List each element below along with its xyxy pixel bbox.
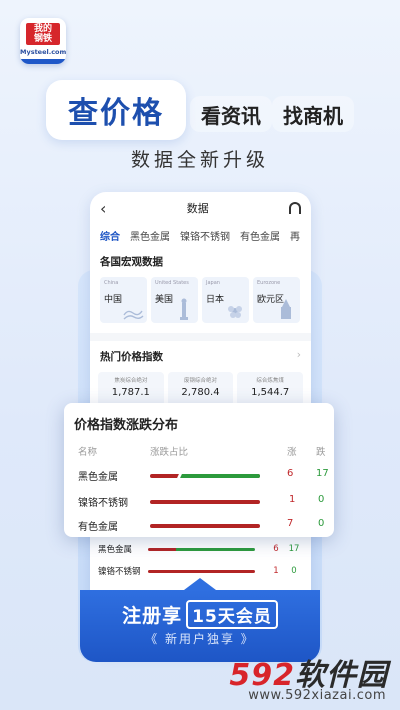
chevron-right-icon: › [296, 349, 301, 361]
mini-down: 0 [291, 566, 297, 576]
phone-title: 数据 [186, 202, 209, 215]
row-label: 镍铬不锈钢 [78, 498, 128, 509]
logo-sub: Mysteel.com [20, 48, 66, 56]
headset-icon[interactable] [289, 202, 301, 214]
header-ratio: 涨跌占比 [150, 447, 189, 458]
row-down: 0 [318, 518, 325, 529]
mini-down: 17 [288, 544, 300, 554]
phone-tab-all[interactable]: 综合 [100, 228, 120, 243]
index-card[interactable]: 综合炼焦煤 1,544.7 [237, 372, 304, 406]
row-down: 17 [316, 468, 329, 479]
hot-index-title: 热门价格指数 [100, 351, 163, 363]
row-up: 1 [289, 494, 296, 505]
index-card[interactable]: 废钢综合绝对 2,780.4 [167, 372, 234, 406]
phone-tab-more[interactable]: 再 [290, 228, 300, 243]
index-value: 1,787.1 [111, 387, 150, 398]
mini-bar [148, 547, 255, 551]
list-item: 黑色金属 6 17 [90, 538, 311, 560]
row-label: 有色金属 [78, 522, 118, 533]
subtitle: 数据全新升级 [130, 149, 269, 171]
down-fill [178, 474, 260, 478]
index-value: 2,780.4 [181, 387, 220, 398]
row-up: 7 [287, 518, 294, 529]
cta-boxed: 15天会员 [186, 600, 278, 629]
logo-line1: 我的 [33, 24, 52, 34]
tab-business[interactable]: 找商机 [272, 96, 354, 132]
header-name: 名称 [78, 447, 98, 458]
country-en: China [104, 280, 119, 286]
tab-check-price[interactable]: 查价格 [46, 80, 186, 140]
phone-tab-nonferrous[interactable]: 有色金属 [240, 228, 280, 243]
flower-icon [228, 306, 242, 318]
back-icon[interactable]: ‹ [100, 199, 106, 218]
ratio-bar [150, 524, 260, 528]
country-cn: 中国 [104, 295, 123, 305]
watermark: 592软件园 www.592xiazai.com [196, 650, 394, 706]
logo-mark: 我的 钢铁 [26, 23, 60, 45]
card-header: 名称 涨跌占比 涨 跌 [78, 444, 326, 458]
country-en: United States [155, 280, 189, 286]
mini-rows: 黑色金属 6 17 镍铬不锈钢 1 0 [90, 538, 311, 582]
tab-news[interactable]: 看资讯 [190, 96, 272, 132]
phone-tab-ferrous[interactable]: 黑色金属 [130, 228, 170, 243]
index-name: 焦炭综合绝对 [114, 378, 148, 384]
ratio-bar [150, 500, 260, 504]
mini-label: 镍铬不锈钢 [98, 567, 141, 577]
country-card-china[interactable]: China 中国 [100, 277, 147, 323]
country-card-usa[interactable]: United States 美国 [151, 277, 198, 323]
mini-label: 黑色金属 [98, 545, 133, 555]
building-icon [281, 299, 291, 319]
country-cn: 美国 [155, 295, 174, 305]
index-name: 废钢综合绝对 [184, 378, 218, 384]
header-up: 涨 [287, 447, 297, 458]
cta-headline: 注册享 15天会员 [80, 600, 320, 629]
country-row: China 中国 United States 美国 Japan 日本 Euroz… [90, 269, 311, 323]
wave-icon [123, 310, 144, 320]
ratio-bar [150, 474, 260, 478]
hot-index-header[interactable]: 热门价格指数 › [90, 341, 311, 364]
cta-sub: 《 新用户独享 》 [145, 632, 255, 646]
watermark-url: www.592xiazai.com [248, 688, 386, 703]
mini-bar [148, 569, 255, 573]
row-down: 0 [318, 494, 325, 505]
row-label: 黑色金属 [78, 472, 118, 483]
statue-icon [180, 298, 188, 320]
phone-tabs: 综合 黑色金属 镍铬不锈钢 有色金属 再 [90, 224, 311, 246]
index-name: 综合炼焦煤 [256, 378, 284, 384]
index-row: 焦炭综合绝对 1,787.1 废钢综合绝对 2,780.4 综合炼焦煤 1,54… [90, 364, 311, 406]
logo-bar [20, 59, 66, 64]
country-card-japan[interactable]: Japan 日本 [202, 277, 249, 323]
country-en: Japan [206, 280, 220, 286]
row-up: 6 [287, 468, 294, 479]
table-row[interactable]: 有色金属 7 0 [78, 518, 324, 536]
phone-header: ‹ 数据 [90, 192, 311, 224]
index-card[interactable]: 焦炭综合绝对 1,787.1 [98, 372, 164, 406]
mini-up: 6 [273, 544, 279, 554]
app-logo: 我的 钢铁 Mysteel.com [20, 18, 66, 64]
mini-up: 1 [273, 566, 279, 576]
table-row[interactable]: 黑色金属 6 17 [78, 468, 329, 486]
macro-title: 各国宏观数据 [100, 256, 163, 268]
country-cn: 日本 [206, 295, 225, 305]
logo-line2: 钢铁 [33, 34, 52, 44]
header-down: 跌 [316, 447, 326, 458]
cta-prefix: 注册享 [122, 605, 183, 627]
price-index-card: 价格指数涨跌分布 名称 涨跌占比 涨 跌 黑色金属 6 17 镍铬不锈钢 1 0… [64, 403, 334, 537]
table-row[interactable]: 镍铬不锈钢 1 0 [78, 494, 324, 512]
country-en: Eurozone [257, 280, 281, 286]
section-divider [90, 333, 311, 341]
phone-tab-stainless[interactable]: 镍铬不锈钢 [180, 228, 230, 243]
index-value: 1,544.7 [251, 387, 290, 398]
country-card-eurozone[interactable]: Eurozone 欧元区 [253, 277, 300, 323]
card-title: 价格指数涨跌分布 [74, 418, 179, 433]
